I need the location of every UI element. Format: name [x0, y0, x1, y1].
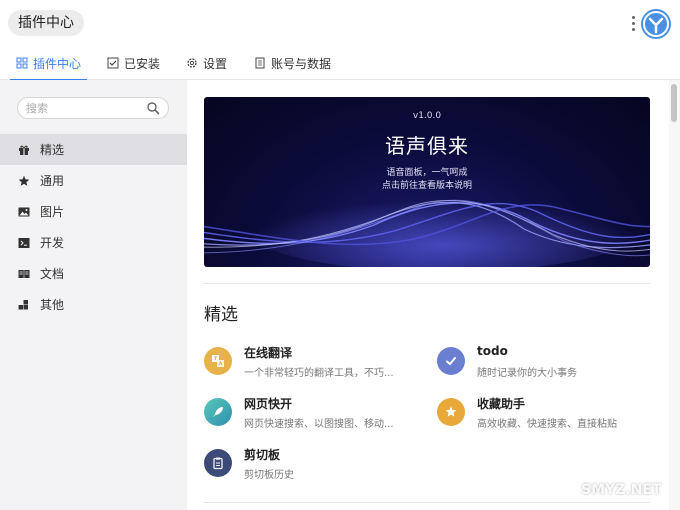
search-icon[interactable]: [146, 101, 160, 115]
search-box: [17, 97, 169, 119]
search-input[interactable]: [26, 100, 142, 116]
sidebar-item-development[interactable]: 开发: [0, 227, 187, 258]
tab-plugin-center[interactable]: 插件中心: [9, 46, 88, 81]
divider: [204, 502, 650, 503]
plugin-center-window: 插件中心 插件中心 已安装 设置 账号与数据 搜索 精选 通用 图片 开发 文档…: [0, 0, 680, 510]
star-badge-icon: [437, 398, 465, 426]
plugin-name: 剪切板: [244, 448, 281, 462]
tab-label: 设置: [203, 56, 228, 71]
release-banner[interactable]: v1.0.0 语声俱来 语音面板，一气呵成 点击前往查看版本说明: [204, 97, 650, 267]
book-icon: [18, 269, 30, 278]
plugin-desc: 剪切板历史: [244, 470, 294, 481]
translate-icon: [204, 347, 232, 375]
plugin-card-clipboard[interactable]: 剪切板 剪切板历史: [204, 446, 404, 486]
tab-account-data[interactable]: 账号与数据: [254, 46, 331, 80]
sidebar-item-featured[interactable]: 精选: [0, 134, 187, 165]
more-menu-icon[interactable]: [628, 14, 638, 34]
scrollbar[interactable]: [669, 80, 680, 510]
clipboard-icon: [204, 449, 232, 477]
tab-label: 已安装: [124, 56, 161, 71]
main-content: v1.0.0 语声俱来 语音面板，一气呵成 点击前往查看版本说明 精选 在线翻译…: [187, 80, 680, 510]
document-icon: [255, 57, 265, 69]
plugin-name: 网页快开: [244, 397, 293, 411]
check-square-icon: [107, 57, 119, 69]
scrollbar-thumb[interactable]: [671, 84, 677, 122]
divider: [204, 283, 650, 284]
sidebar: 精选 通用 图片 开发 文档 其他: [0, 80, 187, 510]
plugin-card-translate[interactable]: 在线翻译 一个非常轻巧的翻译工具，不巧...: [204, 344, 404, 384]
plugin-card-favorites-helper[interactable]: 收藏助手 高效收藏、快速搜索、直接粘贴: [437, 395, 637, 435]
plugin-name: 收藏助手: [477, 397, 526, 411]
section-title: 精选: [204, 305, 238, 325]
sidebar-item-label: 开发: [40, 236, 65, 250]
sidebar-item-label: 通用: [40, 174, 65, 188]
star-icon: [18, 175, 30, 186]
sidebar-item-images[interactable]: 图片: [0, 196, 187, 227]
blocks-icon: [18, 299, 28, 309]
logo-icon: [643, 11, 669, 37]
banner-title: 语声俱来: [385, 134, 469, 158]
terminal-icon: [18, 237, 30, 248]
window-title: 插件中心: [8, 10, 84, 36]
watermark-logo-icon: [560, 482, 576, 498]
plugin-name: 在线翻译: [244, 346, 293, 360]
tab-settings[interactable]: 设置: [186, 46, 227, 80]
plugin-name: todo: [477, 344, 508, 358]
sidebar-item-other[interactable]: 其他: [0, 289, 187, 320]
tab-installed[interactable]: 已安装: [107, 46, 160, 80]
plugin-desc: 随时记录你的大小事务: [477, 368, 577, 379]
rocket-icon: [204, 398, 232, 426]
sidebar-item-label: 其他: [40, 298, 65, 312]
tab-label: 账号与数据: [271, 56, 332, 71]
image-icon: [18, 207, 30, 216]
title-bar: 插件中心: [0, 0, 680, 46]
plugin-desc: 网页快速搜索、以图搜图、移动...: [244, 419, 394, 430]
banner-subtitle: 语音面板，一气呵成: [386, 168, 468, 178]
sidebar-item-label: 精选: [40, 143, 65, 157]
watermark-text: SMYZ.NET: [581, 482, 662, 498]
tab-bar: 插件中心 已安装 设置 账号与数据: [0, 46, 680, 81]
plugin-card-todo[interactable]: todo 随时记录你的大小事务: [437, 344, 637, 384]
gift-icon: [19, 145, 29, 155]
sidebar-item-label: 文档: [40, 267, 65, 281]
banner-link-text: 点击前往查看版本说明: [381, 181, 472, 191]
sidebar-item-general[interactable]: 通用: [0, 165, 187, 196]
sidebar-item-documents[interactable]: 文档: [0, 258, 187, 289]
checkmark-icon: [437, 347, 465, 375]
app-logo[interactable]: [641, 9, 671, 39]
watermark: SMYZ.NET: [560, 482, 661, 498]
plugin-card-web-quick-open[interactable]: 网页快开 网页快速搜索、以图搜图、移动...: [204, 395, 404, 435]
grid-icon: [16, 57, 28, 69]
plugin-desc: 高效收藏、快速搜索、直接粘贴: [477, 419, 617, 430]
sidebar-item-label: 图片: [40, 205, 65, 219]
plugin-desc: 一个非常轻巧的翻译工具，不巧...: [244, 368, 394, 379]
category-nav: 精选 通用 图片 开发 文档 其他: [0, 134, 187, 320]
gear-icon: [187, 58, 197, 68]
tab-label: 插件中心: [33, 56, 82, 71]
banner-version: v1.0.0: [412, 111, 442, 121]
